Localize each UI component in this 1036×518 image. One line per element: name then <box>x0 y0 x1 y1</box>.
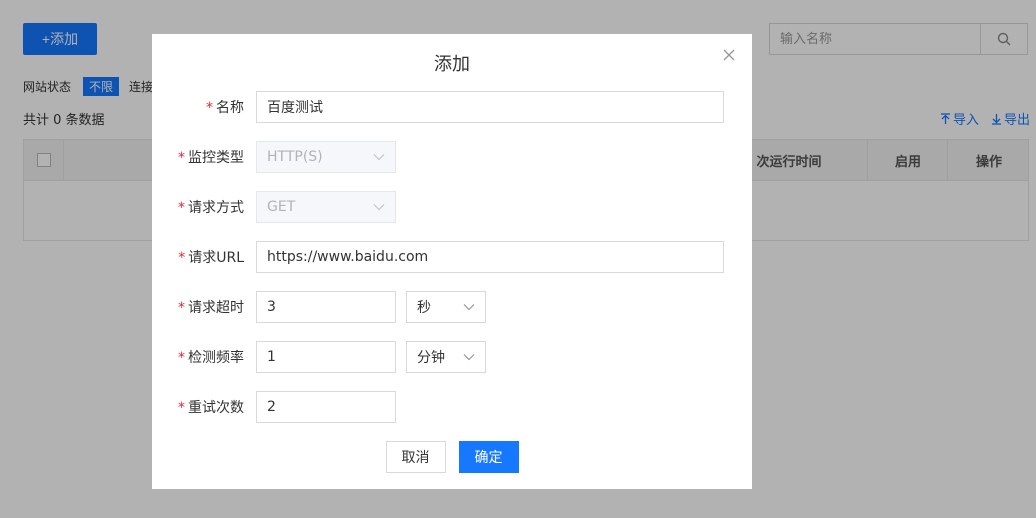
required-mark: * <box>178 400 185 416</box>
monitor-type-select[interactable]: HTTP(S) <box>256 141 396 173</box>
method-label: * 请求方式 <box>178 200 244 216</box>
required-mark: * <box>178 350 185 366</box>
retries-label: * 重试次数 <box>178 400 244 416</box>
add-dialog: 添加 *名称 *监控类型 HTTP(S) *请求方式 GET *请求URL *请… <box>152 34 752 489</box>
frequency-label: * 检测频率 <box>178 350 244 366</box>
frequency-input[interactable] <box>256 341 396 373</box>
dialog-title: 添加 <box>434 54 470 75</box>
form-row-method: * 请求方式 GET <box>152 191 396 223</box>
timeout-unit-value: 秒 <box>417 300 431 316</box>
chevron-down-icon <box>463 354 475 361</box>
method-value: GET <box>267 199 296 215</box>
confirm-button[interactable]: 确定 <box>458 441 519 473</box>
timeout-input[interactable] <box>256 291 396 323</box>
form-row-frequency: *检测频率 分钟 <box>152 341 486 373</box>
required-mark: * <box>206 100 213 116</box>
cancel-button[interactable]: 取消 <box>385 441 446 473</box>
frequency-unit-value: 分钟 <box>417 350 445 366</box>
retries-input[interactable] <box>256 391 396 423</box>
url-label: * 请求URL <box>178 250 244 266</box>
dialog-footer: 取消 确定 <box>152 441 752 473</box>
timeout-label: * 请求超时 <box>178 300 244 316</box>
name-label: * 名称 <box>206 100 244 116</box>
timeout-unit-select[interactable]: 秒 <box>406 291 486 323</box>
required-mark: * <box>178 300 185 316</box>
form-row-retries: * 重试次数 <box>152 391 396 423</box>
form-row-timeout: *请求超时 秒 <box>152 291 486 323</box>
monitor-type-label: * 监控类型 <box>178 150 244 166</box>
form-row-monitor-type: * 监控类型 HTTP(S) <box>152 141 396 173</box>
monitor-type-value: HTTP(S) <box>267 149 323 165</box>
required-mark: * <box>178 150 185 166</box>
required-mark: * <box>178 200 185 216</box>
chevron-down-icon <box>373 204 385 211</box>
name-input[interactable] <box>256 91 724 123</box>
chevron-down-icon <box>463 304 475 311</box>
form-row-name: * 名称 <box>152 91 724 123</box>
form-row-url: * 请求URL <box>152 241 724 273</box>
url-input[interactable] <box>256 241 724 273</box>
required-mark: * <box>178 250 186 266</box>
close-icon[interactable] <box>722 48 736 62</box>
frequency-unit-select[interactable]: 分钟 <box>406 341 486 373</box>
chevron-down-icon <box>373 154 385 161</box>
method-select[interactable]: GET <box>256 191 396 223</box>
